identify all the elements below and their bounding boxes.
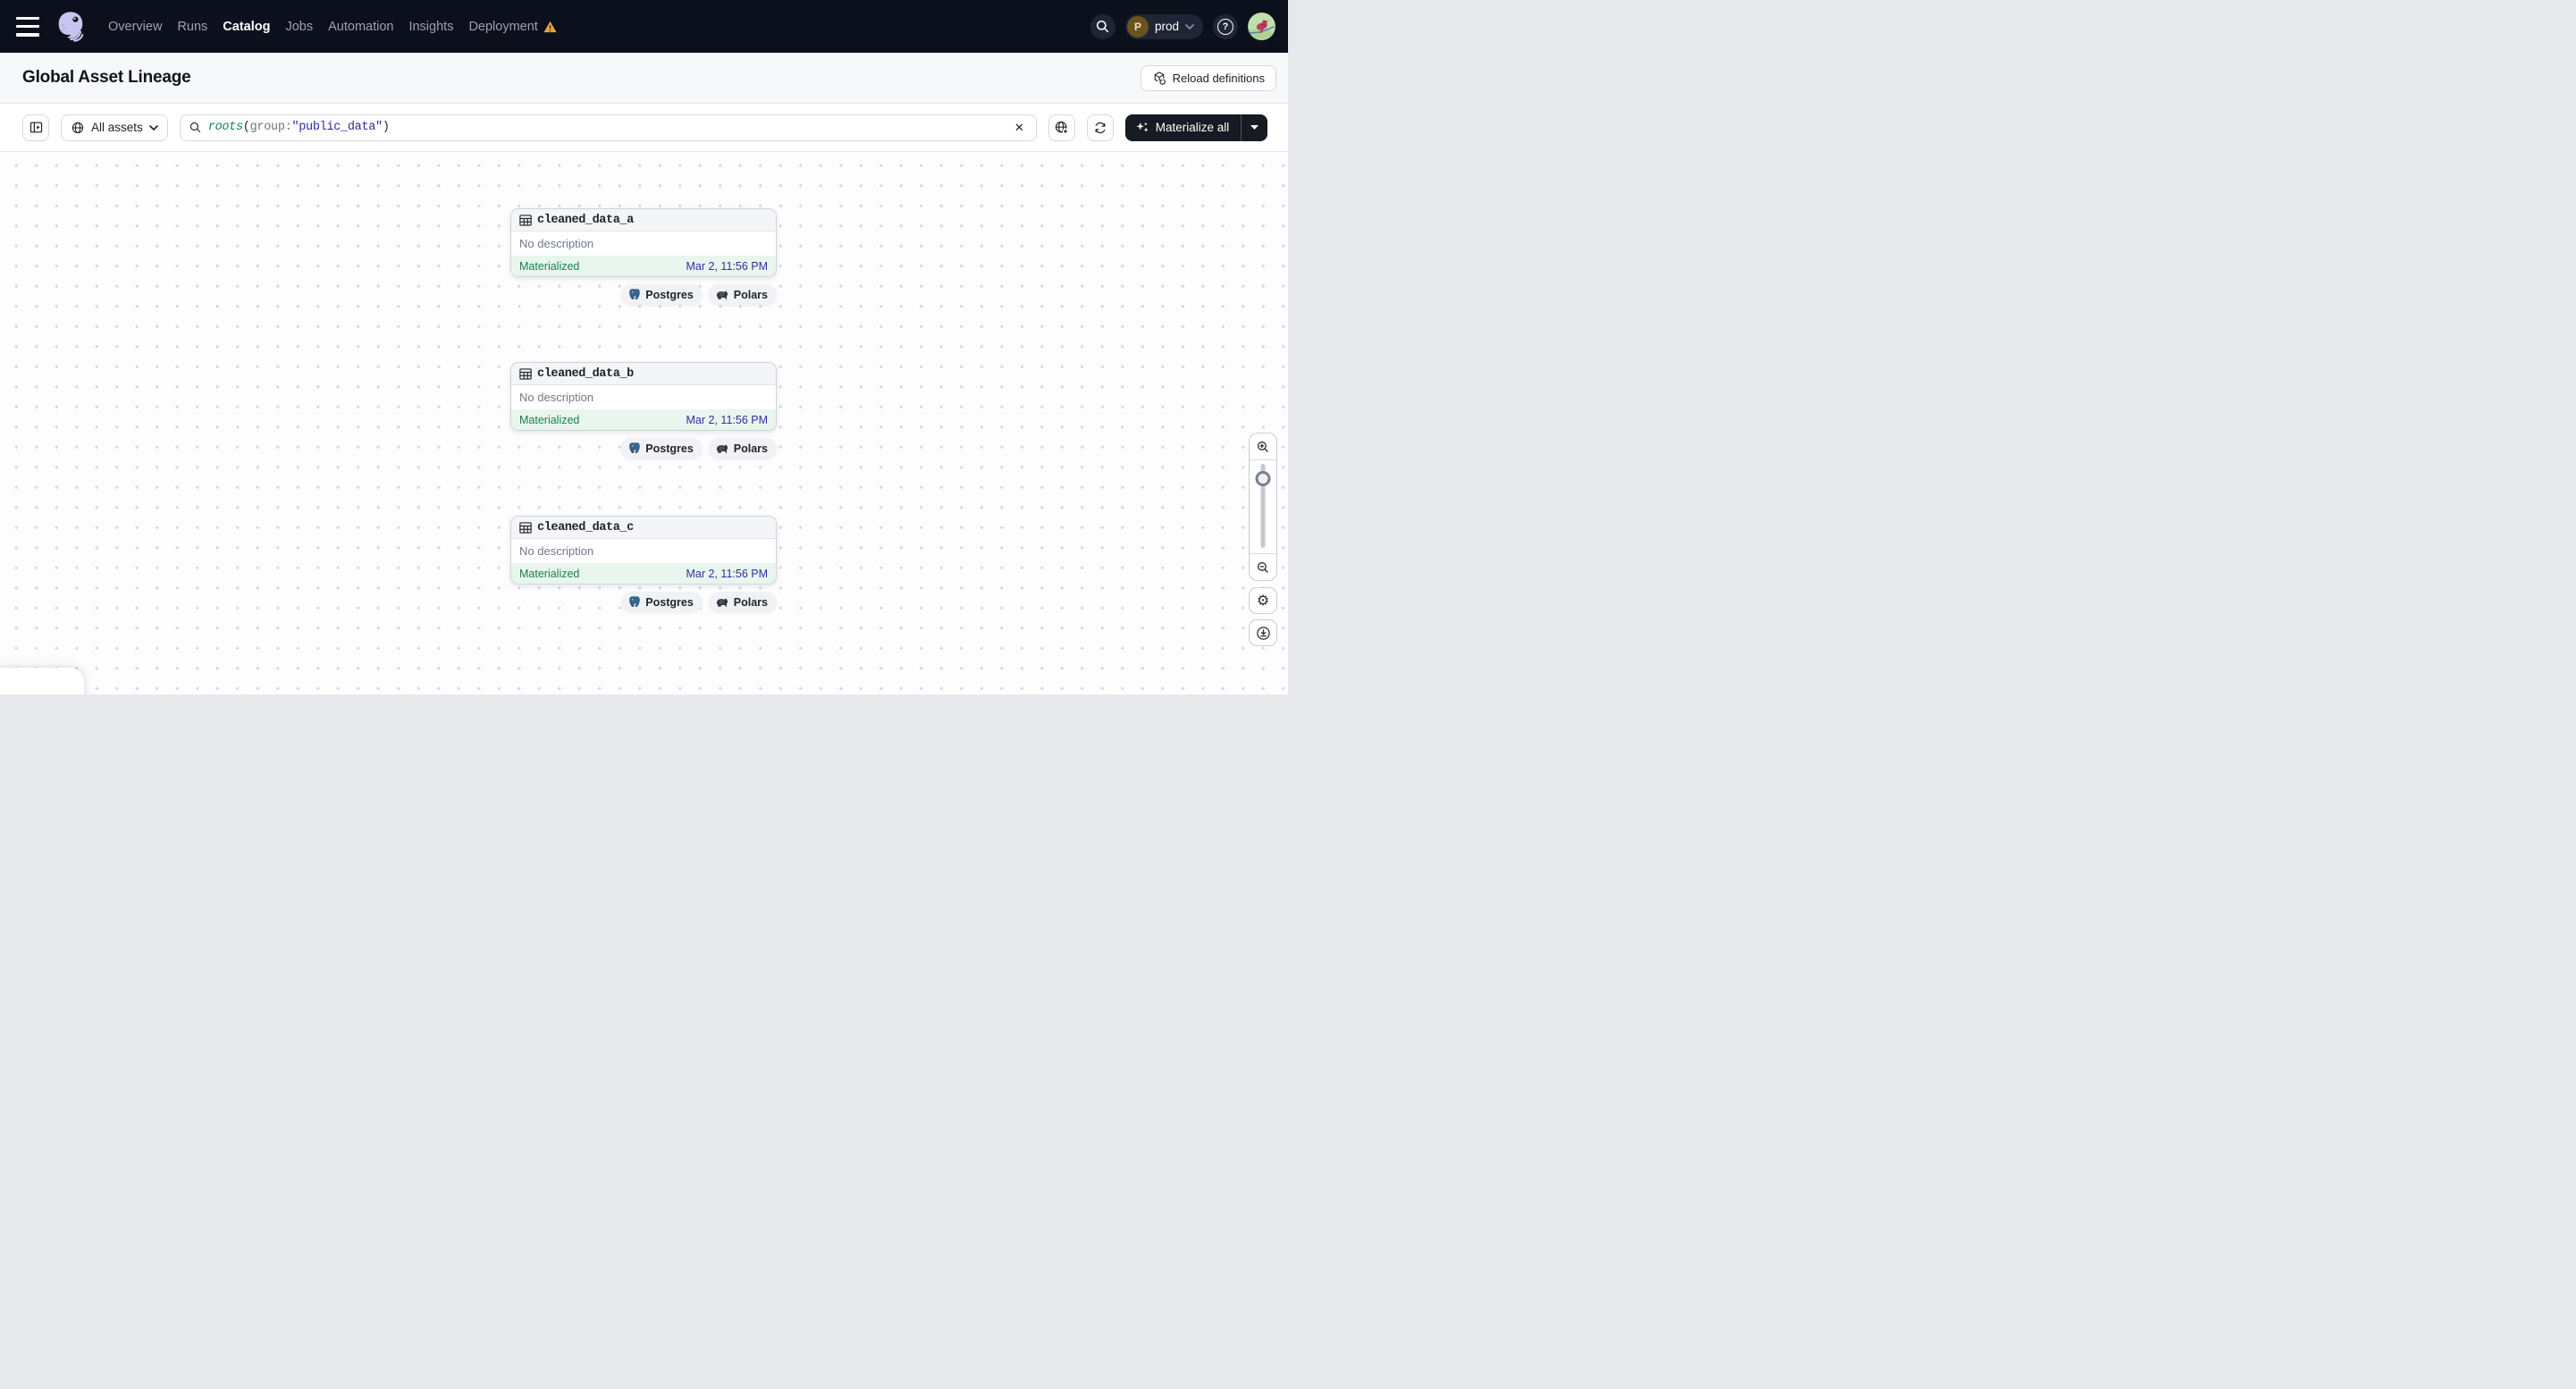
asset-scope-dropdown[interactable]: All assets <box>61 114 168 141</box>
environment-initial-badge: P <box>1126 15 1149 38</box>
materialization-timestamp[interactable]: Mar 2, 11:56 PM <box>686 568 768 580</box>
asset-node-cleaned_data_c[interactable]: cleaned_data_c No description Materializ… <box>510 516 777 585</box>
status-label: Materialized <box>519 567 580 580</box>
refresh-button[interactable] <box>1086 114 1114 141</box>
reload-definitions-button[interactable]: Reload definitions <box>1140 64 1276 91</box>
asset-description: No description <box>519 391 594 404</box>
navbar-right: P prod ? <box>1090 13 1275 40</box>
lineage-canvas[interactable]: cleaned_data_a No description Materializ… <box>0 152 1288 694</box>
asset-status-bar: Materialized Mar 2, 11:56 PM <box>511 563 776 584</box>
asset-node-header: cleaned_data_b <box>511 363 776 385</box>
nav-item-overview[interactable]: Overview <box>108 20 162 34</box>
lineage-toolbar: All assets roots(group:"public_data") ✕ <box>0 104 1288 152</box>
nav-item-catalog[interactable]: Catalog <box>223 20 270 34</box>
polars-icon <box>715 443 729 454</box>
tag-polars[interactable]: Polars <box>708 592 777 612</box>
materialize-all-split-button: Materialize all <box>1124 114 1268 141</box>
zoom-in-button[interactable] <box>1250 434 1276 460</box>
download-icon <box>1256 626 1270 640</box>
view-full-graph-button[interactable] <box>1048 114 1075 141</box>
graph-settings-button[interactable]: ⚙ <box>1249 587 1277 614</box>
download-image-button[interactable] <box>1249 619 1277 646</box>
postgres-icon <box>627 595 641 609</box>
materialize-options-caret[interactable] <box>1242 114 1267 141</box>
nav-item-runs[interactable]: Runs <box>177 20 207 34</box>
materialize-all-button[interactable]: Materialize all <box>1125 114 1242 141</box>
asset-tags-row: Postgres Polars <box>510 438 777 459</box>
open-sidebar-button[interactable] <box>22 114 49 141</box>
nav-item-deployment[interactable]: Deployment <box>468 20 557 34</box>
sparkles-icon <box>1135 121 1149 135</box>
dagster-app: Overview Runs Catalog Jobs Automation In… <box>0 0 1288 694</box>
asset-status-bar: Materialized Mar 2, 11:56 PM <box>511 409 776 430</box>
tag-polars[interactable]: Polars <box>708 438 777 459</box>
polars-icon <box>715 290 729 300</box>
asset-name: cleaned_data_c <box>537 520 634 535</box>
hamburger-menu-icon[interactable] <box>16 16 41 37</box>
materialization-timestamp[interactable]: Mar 2, 11:56 PM <box>686 414 768 426</box>
tag-postgres[interactable]: Postgres <box>621 438 703 459</box>
asset-description: No description <box>519 237 594 250</box>
canvas-controls-panel: ⚙ <box>1249 433 1277 646</box>
deployment-warning-icon <box>543 21 557 33</box>
status-label: Materialized <box>519 259 580 273</box>
tag-polars[interactable]: Polars <box>708 284 777 305</box>
environment-name: prod <box>1154 20 1179 33</box>
clear-query-icon[interactable]: ✕ <box>1011 119 1028 137</box>
asset-selection-input[interactable]: roots(group:"public_data") ✕ <box>179 114 1037 141</box>
globe-icon <box>71 121 85 135</box>
postgres-icon <box>627 288 641 301</box>
asset-name: cleaned_data_a <box>537 213 634 227</box>
asset-tags-row: Postgres Polars <box>510 592 777 612</box>
table-icon <box>519 367 532 380</box>
zoom-out-button[interactable] <box>1250 553 1276 580</box>
zoom-control-group <box>1249 433 1277 581</box>
nav-item-jobs[interactable]: Jobs <box>285 20 313 34</box>
page-header: Global Asset Lineage Reload definitions <box>0 53 1288 104</box>
polars-icon <box>715 597 729 608</box>
asset-node-cleaned_data_a[interactable]: cleaned_data_a No description Materializ… <box>510 208 777 277</box>
chevron-down-icon <box>148 124 158 130</box>
top-navbar: Overview Runs Catalog Jobs Automation In… <box>0 0 1288 53</box>
zoom-slider[interactable] <box>1250 460 1276 553</box>
gear-icon: ⚙ <box>1256 592 1270 609</box>
dagster-logo-icon[interactable] <box>53 9 88 45</box>
postgres-icon <box>627 442 641 455</box>
page-title: Global Asset Lineage <box>22 68 191 87</box>
search-icon <box>189 121 202 134</box>
asset-description: No description <box>519 544 594 558</box>
help-icon[interactable]: ? <box>1213 13 1238 39</box>
search-icon[interactable] <box>1090 13 1115 39</box>
table-icon <box>519 214 532 226</box>
reload-cube-icon <box>1152 71 1166 85</box>
environment-switcher[interactable]: P prod <box>1124 13 1203 39</box>
asset-node-header: cleaned_data_a <box>511 209 776 232</box>
table-icon <box>519 521 532 534</box>
nav-item-automation[interactable]: Automation <box>328 20 393 34</box>
user-avatar[interactable] <box>1248 13 1275 40</box>
tag-postgres[interactable]: Postgres <box>621 284 703 305</box>
nav-item-insights[interactable]: Insights <box>408 20 453 34</box>
minimap-card-edge <box>0 668 84 694</box>
asset-node-header: cleaned_data_c <box>511 517 776 539</box>
asset-name: cleaned_data_b <box>537 366 634 381</box>
materialization-timestamp[interactable]: Mar 2, 11:56 PM <box>686 260 768 273</box>
nav-items: Overview Runs Catalog Jobs Automation In… <box>108 20 557 34</box>
chevron-down-icon <box>1185 23 1194 29</box>
zoom-slider-handle[interactable] <box>1255 471 1271 486</box>
asset-tags-row: Postgres Polars <box>510 284 777 305</box>
asset-status-bar: Materialized Mar 2, 11:56 PM <box>511 256 776 276</box>
status-label: Materialized <box>519 413 580 426</box>
asset-selection-query: roots(group:"public_data") <box>207 121 390 134</box>
asset-node-cleaned_data_b[interactable]: cleaned_data_b No description Materializ… <box>510 362 777 431</box>
tag-postgres[interactable]: Postgres <box>621 592 703 612</box>
